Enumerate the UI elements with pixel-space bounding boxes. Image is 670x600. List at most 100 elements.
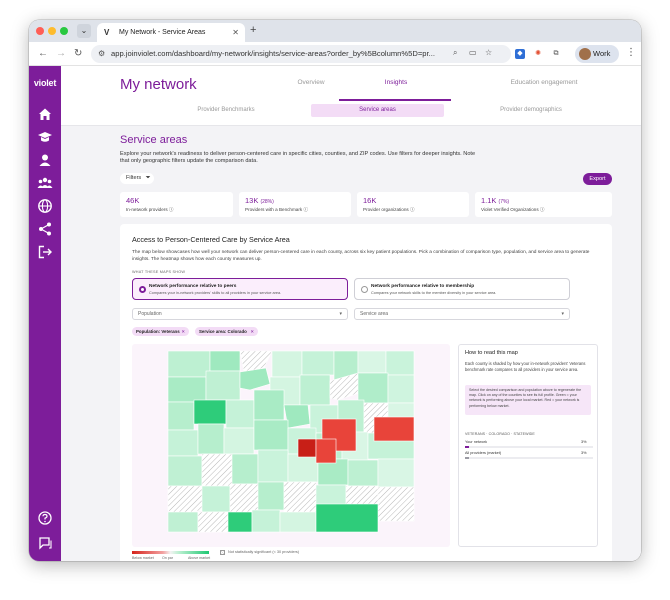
remove-chip-icon[interactable]: ✕: [250, 327, 254, 336]
county-region[interactable]: [387, 374, 415, 404]
county-region[interactable]: [257, 481, 285, 511]
county-region-not-significant[interactable]: [283, 481, 317, 513]
forward-arrow-icon[interactable]: →: [56, 47, 66, 61]
county-region[interactable]: [239, 367, 271, 391]
chat-icon[interactable]: [37, 535, 53, 551]
user-icon[interactable]: [37, 152, 53, 168]
radio-relative-to-membership[interactable]: Network performance relative to membersh…: [354, 278, 570, 300]
remove-chip-icon[interactable]: ✕: [181, 327, 185, 336]
cast-icon[interactable]: ▭: [469, 48, 477, 57]
extension-blue-icon[interactable]: ◆: [515, 49, 525, 59]
info-icon[interactable]: ⓘ: [410, 207, 415, 212]
county-region[interactable]: [315, 503, 379, 533]
home-icon[interactable]: [37, 106, 53, 122]
county-region[interactable]: [257, 449, 289, 483]
info-icon[interactable]: ⓘ: [169, 207, 174, 212]
county-region[interactable]: [357, 350, 387, 374]
county-region[interactable]: [167, 350, 211, 378]
county-region[interactable]: [167, 511, 199, 533]
county-region-below-market[interactable]: [373, 416, 415, 442]
chip-service-area-colorado[interactable]: Service area: Colorado ✕: [195, 327, 258, 336]
tab-insights[interactable]: Insights: [361, 79, 431, 86]
reload-icon[interactable]: ↻: [74, 47, 82, 61]
county-region[interactable]: [377, 458, 415, 488]
county-region[interactable]: [231, 453, 259, 485]
info-icon[interactable]: ⓘ: [303, 207, 308, 212]
zoom-icon[interactable]: ⌕: [453, 48, 457, 58]
county-region[interactable]: [253, 419, 289, 451]
county-region-below-market[interactable]: [297, 438, 317, 458]
county-region[interactable]: [347, 459, 379, 487]
legend-not-significant: Not statistically significant (< 30 prov…: [228, 550, 300, 554]
bookmark-star-icon[interactable]: ☆: [485, 48, 492, 57]
education-cap-icon[interactable]: [37, 129, 53, 145]
county-region[interactable]: [279, 511, 317, 533]
how-to-read-panel: How to read this map Each county is shad…: [458, 344, 598, 547]
extensions-puzzle-icon[interactable]: ⧉: [551, 49, 561, 59]
filters-button[interactable]: Filters ⏷: [120, 173, 154, 184]
chip-population-veterans[interactable]: Population: Veterans ✕: [132, 327, 189, 336]
county-region[interactable]: [205, 370, 241, 401]
tab-education-engagement[interactable]: Education engagement: [489, 79, 599, 86]
county-region[interactable]: [167, 376, 207, 403]
section-description: Explore your network's readiness to deli…: [120, 151, 476, 165]
county-region[interactable]: [271, 350, 303, 378]
avatar: [579, 48, 591, 60]
county-region[interactable]: [251, 509, 281, 533]
back-arrow-icon[interactable]: ←: [38, 47, 48, 61]
county-region[interactable]: [357, 372, 389, 404]
browser-menu-icon[interactable]: ⋮: [626, 47, 636, 58]
colorado-county-heatmap[interactable]: [132, 344, 450, 547]
subtab-provider-benchmarks[interactable]: Provider Benchmarks: [166, 104, 286, 117]
tab-overview[interactable]: Overview: [276, 79, 346, 86]
maximize-window-button[interactable]: [60, 27, 68, 35]
share-network-icon[interactable]: [37, 221, 53, 237]
county-region-not-significant[interactable]: [377, 486, 415, 522]
profile-button[interactable]: Work: [575, 45, 619, 63]
bar-value-all-providers: 3%: [581, 451, 587, 455]
logout-icon[interactable]: [37, 244, 53, 260]
county-region[interactable]: [167, 401, 195, 431]
county-region[interactable]: [209, 350, 241, 372]
tab-search-chevron-down-icon[interactable]: ⌄: [77, 24, 91, 38]
county-region-not-significant[interactable]: [201, 453, 233, 487]
county-region[interactable]: [167, 455, 203, 487]
info-icon[interactable]: ⓘ: [540, 207, 545, 212]
county-region[interactable]: [193, 399, 227, 425]
radio-relative-to-peers[interactable]: Network performance relative to peers Co…: [132, 278, 348, 300]
county-region[interactable]: [223, 427, 255, 455]
new-tab-plus-icon[interactable]: +: [250, 24, 256, 36]
export-button[interactable]: Export: [583, 173, 612, 185]
county-region[interactable]: [167, 429, 199, 457]
county-region[interactable]: [301, 350, 335, 376]
county-region[interactable]: [201, 485, 231, 513]
help-icon[interactable]: [37, 510, 53, 526]
population-select[interactable]: Population ▾: [132, 308, 348, 320]
county-region[interactable]: [385, 350, 415, 376]
county-region[interactable]: [227, 511, 253, 533]
address-bar[interactable]: ⚙ app.joinviolet.com/dashboard/my-networ…: [91, 45, 511, 63]
county-region-not-significant[interactable]: [229, 483, 259, 513]
county-region-not-significant[interactable]: [239, 350, 273, 373]
close-window-button[interactable]: [36, 27, 44, 35]
county-region[interactable]: [287, 453, 319, 483]
county-region-not-significant[interactable]: [167, 485, 207, 515]
radio-title: Network performance relative to peers: [149, 284, 237, 289]
subtab-service-areas[interactable]: Service areas: [311, 104, 444, 117]
county-region-not-significant[interactable]: [197, 511, 229, 533]
close-tab-icon[interactable]: ✕: [232, 23, 239, 42]
county-region[interactable]: [225, 399, 255, 429]
county-region-below-market[interactable]: [315, 438, 337, 464]
users-group-icon[interactable]: [37, 175, 53, 191]
globe-icon[interactable]: [37, 198, 53, 214]
county-region[interactable]: [253, 389, 285, 421]
bar-fill-all-providers: [465, 457, 469, 459]
county-region[interactable]: [299, 374, 331, 406]
extension-red-icon[interactable]: ✺: [533, 49, 543, 59]
subtab-provider-demographics[interactable]: Provider demographics: [466, 104, 596, 117]
service-area-select[interactable]: Service area ▾: [354, 308, 570, 320]
county-region[interactable]: [197, 423, 225, 455]
site-settings-icon[interactable]: ⚙: [98, 45, 105, 63]
minimize-window-button[interactable]: [48, 27, 56, 35]
browser-tab[interactable]: V My Network - Service Areas ✕: [97, 23, 245, 42]
